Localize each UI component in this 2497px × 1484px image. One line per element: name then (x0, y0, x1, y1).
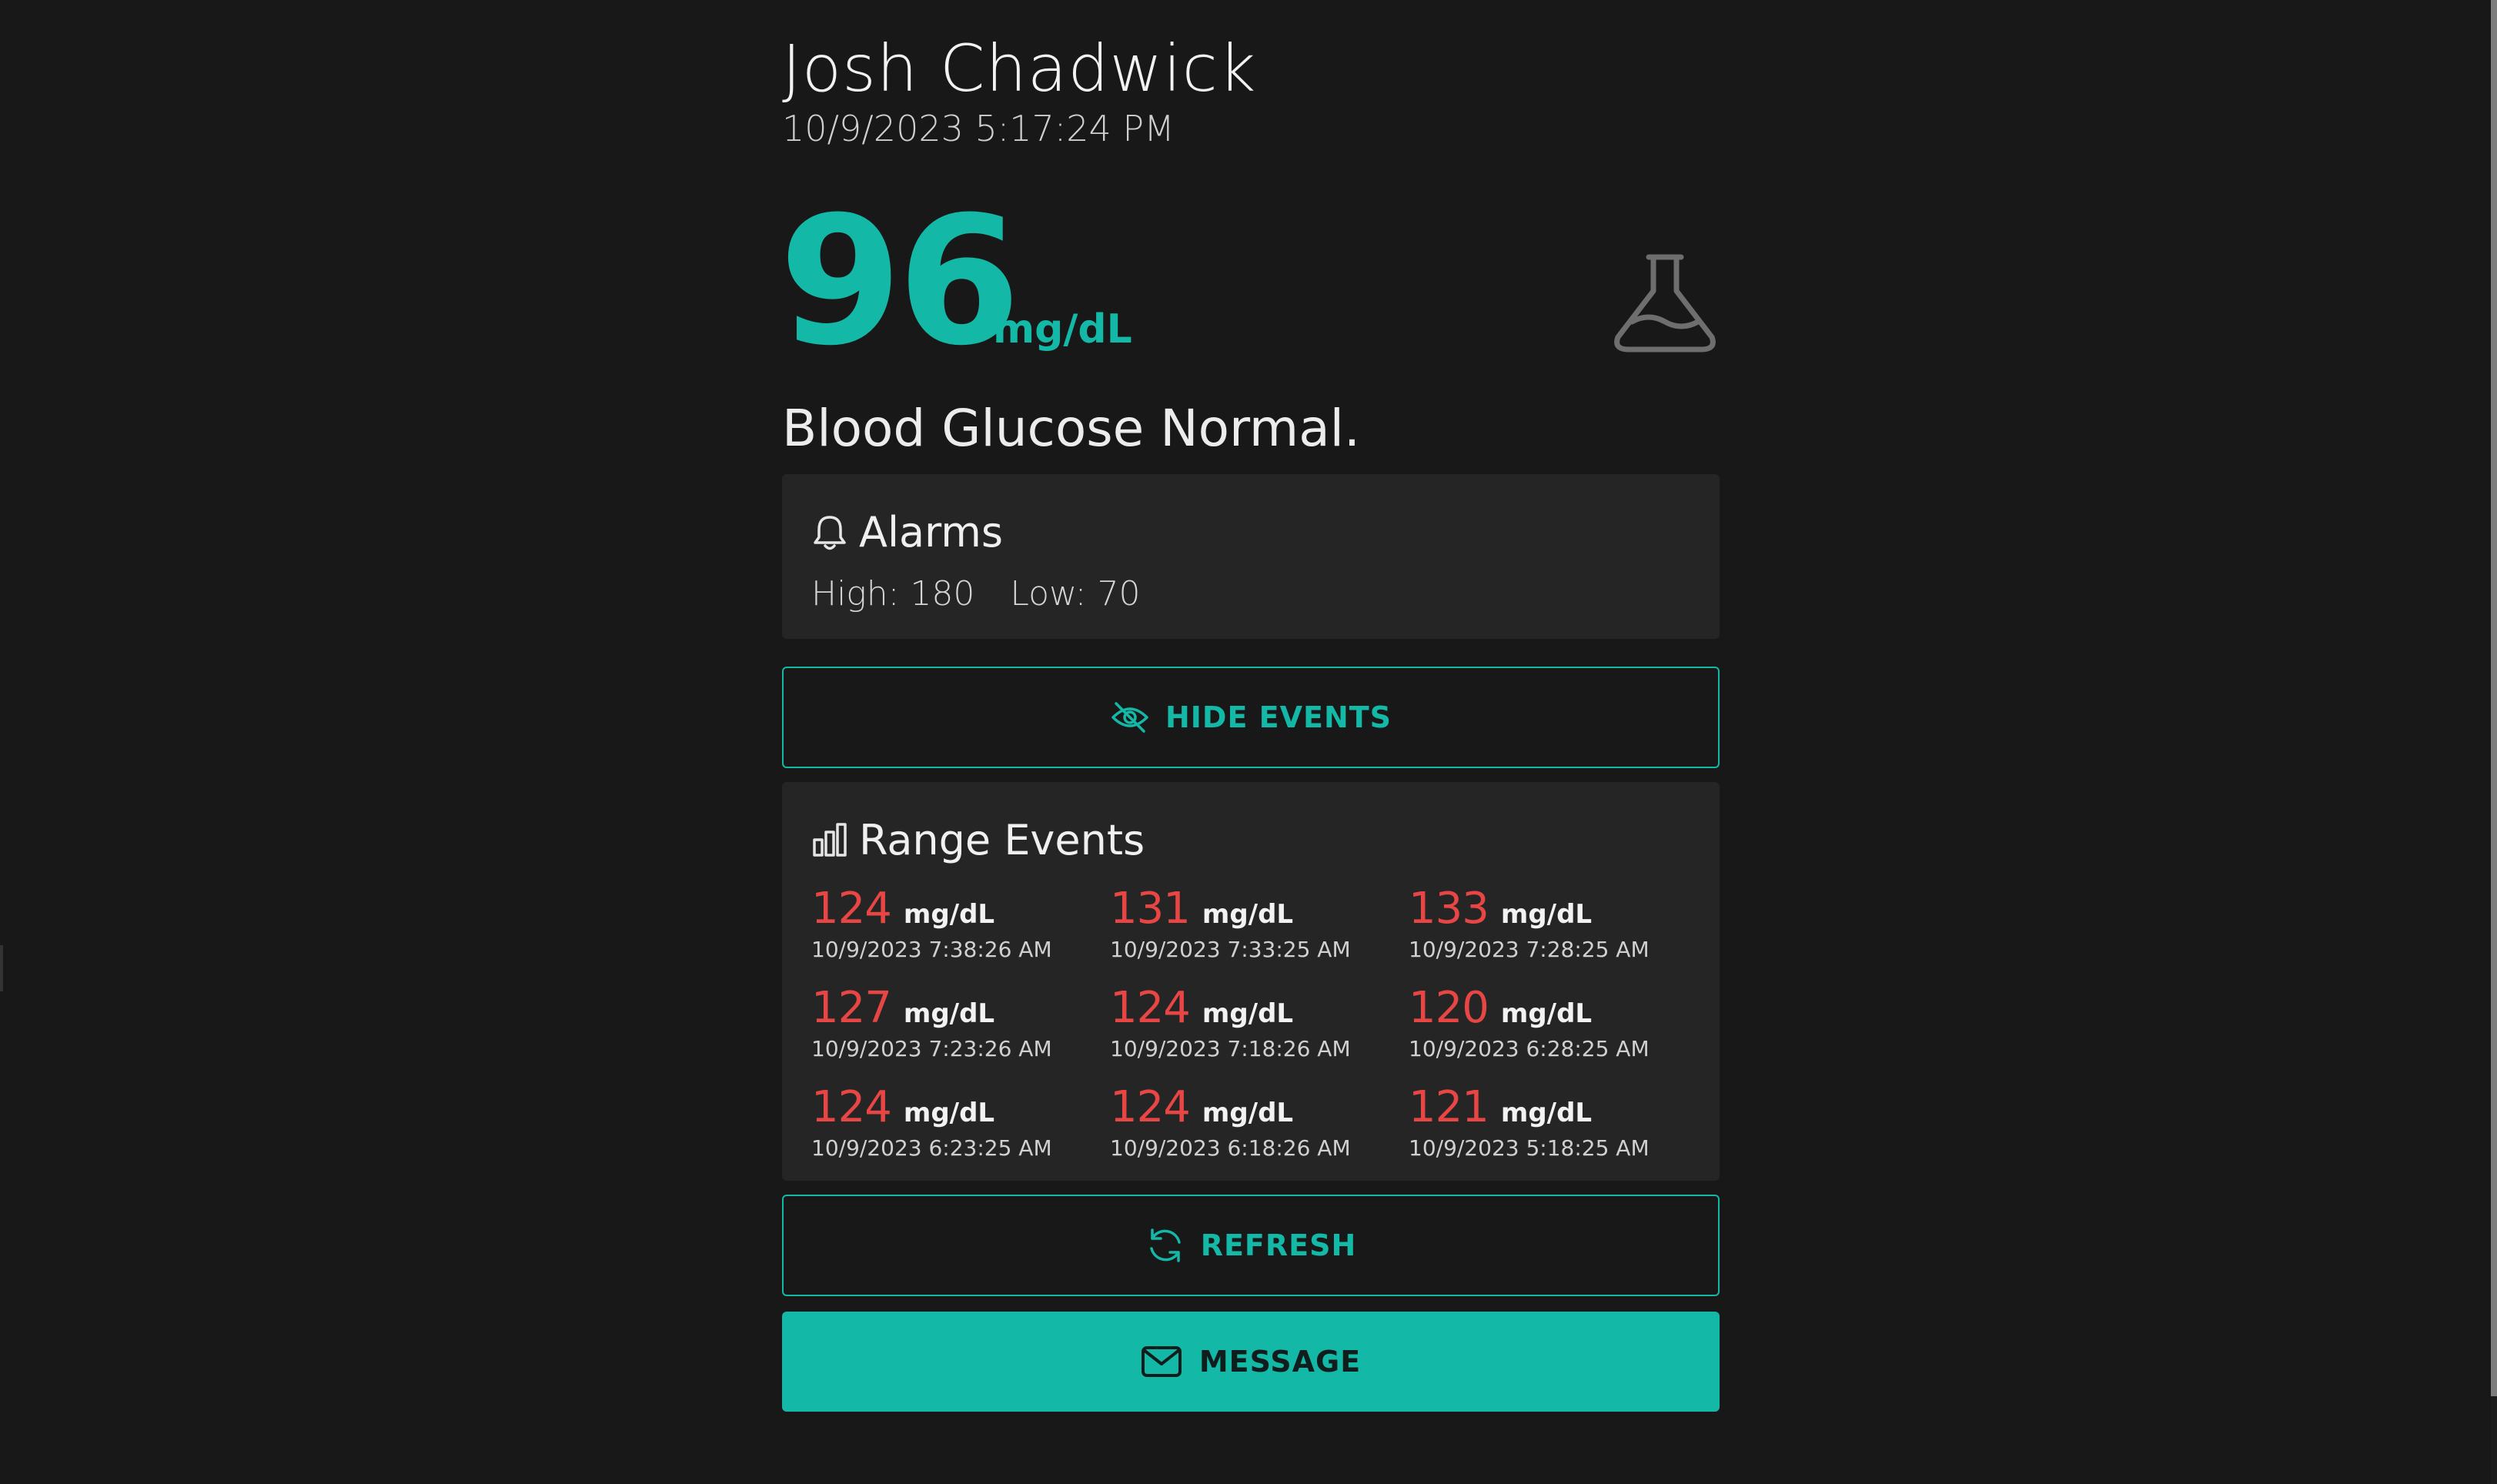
range-events-card: Range Events 124 mg/dL 10/9/2023 7:38:26 … (782, 782, 1720, 1181)
range-event: 121 mg/dL 10/9/2023 5:18:25 AM (1409, 1082, 1704, 1182)
alarms-title-label: Alarms (859, 508, 1004, 556)
event-time: 10/9/2023 7:18:26 AM (1110, 1036, 1351, 1061)
message-label: MESSAGE (1198, 1345, 1362, 1379)
event-time: 10/9/2023 7:23:26 AM (811, 1036, 1052, 1061)
event-time: 10/9/2023 7:28:25 AM (1409, 937, 1650, 962)
event-value: 120 (1409, 983, 1489, 1033)
range-event: 124 mg/dL 10/9/2023 7:38:26 AM (811, 884, 1110, 983)
event-value: 124 (811, 884, 892, 934)
alarms-card: Alarms High: 180 Low: 70 (782, 474, 1720, 639)
event-unit: mg/dL (903, 899, 995, 930)
event-time: 10/9/2023 5:18:25 AM (1409, 1135, 1650, 1161)
range-event: 131 mg/dL 10/9/2023 7:33:25 AM (1110, 884, 1409, 983)
reading-timestamp: 10/9/2023 5:17:24 PM (782, 108, 1175, 149)
range-event: 120 mg/dL 10/9/2023 6:28:25 AM (1409, 983, 1704, 1082)
hide-events-label: HIDE EVENTS (1165, 700, 1392, 734)
range-events-grid: 124 mg/dL 10/9/2023 7:38:26 AM 131 mg/dL 1… (811, 884, 1704, 1182)
alarm-thresholds: High: 180 Low: 70 (811, 574, 1140, 613)
refresh-icon (1149, 1228, 1181, 1262)
bar-chart-icon (813, 822, 847, 857)
refresh-label: REFRESH (1200, 1228, 1357, 1262)
event-time: 10/9/2023 6:18:26 AM (1110, 1135, 1351, 1161)
event-unit: mg/dL (1202, 998, 1294, 1029)
glucose-status: Blood Glucose Normal. (782, 399, 1360, 458)
event-unit: mg/dL (1202, 899, 1294, 930)
range-events-title-label: Range Events (859, 816, 1145, 864)
glucose-unit: mg/dL (993, 306, 1132, 353)
event-unit: mg/dL (903, 1098, 995, 1128)
event-time: 10/9/2023 6:23:25 AM (811, 1135, 1052, 1161)
event-unit: mg/dL (903, 998, 995, 1029)
event-value: 124 (1110, 983, 1191, 1033)
refresh-button[interactable]: REFRESH (782, 1195, 1720, 1296)
event-time: 10/9/2023 7:33:25 AM (1110, 937, 1351, 962)
hide-events-button[interactable]: HIDE EVENTS (782, 667, 1720, 768)
patient-name: Josh Chadwick (782, 31, 1257, 106)
alarm-high: High: 180 (811, 574, 975, 613)
range-event: 133 mg/dL 10/9/2023 7:28:25 AM (1409, 884, 1704, 983)
page: Josh Chadwick 10/9/2023 5:17:24 PM 96 mg… (0, 0, 2497, 1484)
event-time: 10/9/2023 7:38:26 AM (811, 937, 1052, 962)
event-unit: mg/dL (1500, 998, 1593, 1029)
range-event: 127 mg/dL 10/9/2023 7:23:26 AM (811, 983, 1110, 1082)
bell-icon (814, 515, 846, 550)
range-events-title: Range Events (811, 816, 1145, 864)
event-value: 133 (1409, 884, 1489, 934)
range-event: 124 mg/dL 10/9/2023 6:18:26 AM (1110, 1082, 1409, 1182)
event-value: 121 (1409, 1082, 1489, 1132)
range-event: 124 mg/dL 10/9/2023 7:18:26 AM (1110, 983, 1409, 1082)
eye-off-icon (1111, 702, 1148, 733)
alarms-title: Alarms (811, 508, 1003, 556)
alarm-low: Low: 70 (1010, 574, 1141, 613)
range-event: 124 mg/dL 10/9/2023 6:23:25 AM (811, 1082, 1110, 1182)
event-unit: mg/dL (1202, 1098, 1294, 1128)
event-value: 127 (811, 983, 892, 1033)
glucose-value: 96 (779, 179, 1021, 385)
event-unit: mg/dL (1500, 899, 1593, 930)
event-value: 124 (811, 1082, 892, 1132)
envelope-icon (1141, 1346, 1182, 1377)
event-value: 131 (1110, 884, 1191, 934)
message-button[interactable]: MESSAGE (782, 1312, 1720, 1412)
event-value: 124 (1110, 1082, 1191, 1132)
event-time: 10/9/2023 6:28:25 AM (1409, 1036, 1650, 1061)
flask-icon (1614, 254, 1716, 353)
scrollbar-thumb[interactable] (2491, 0, 2497, 1396)
event-unit: mg/dL (1500, 1098, 1593, 1128)
window-edge-handle (0, 945, 3, 991)
